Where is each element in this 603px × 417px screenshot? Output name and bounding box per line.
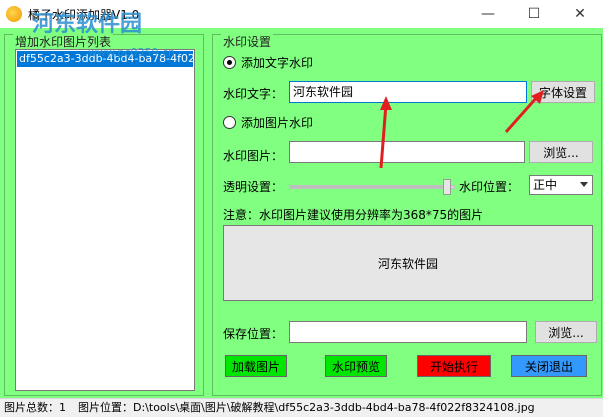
site-watermark-url: www.pc0359.cn (88, 46, 176, 59)
annotation-arrows (379, 90, 544, 169)
image-count: 图片总数：1 (4, 401, 66, 414)
close-button[interactable]: ✕ (557, 0, 603, 28)
site-watermark: 河东软件园 (32, 12, 143, 37)
client-area: 增加水印图片列表 df55c2a3-3ddb-4bd4-ba78-4f028 水… (0, 28, 603, 398)
maximize-button[interactable]: ☐ (511, 0, 557, 28)
orange-app-icon (6, 6, 22, 22)
minimize-button[interactable]: — (465, 0, 511, 28)
status-bar: 图片总数：1 图片位置：D:\tools\桌面\图片\破解教程\df55c2a3-… (0, 398, 603, 417)
image-path: 图片位置：D:\tools\桌面\图片\破解教程\df55c2a3-3ddb-4… (78, 401, 535, 414)
red-arrow-icon (379, 90, 544, 169)
